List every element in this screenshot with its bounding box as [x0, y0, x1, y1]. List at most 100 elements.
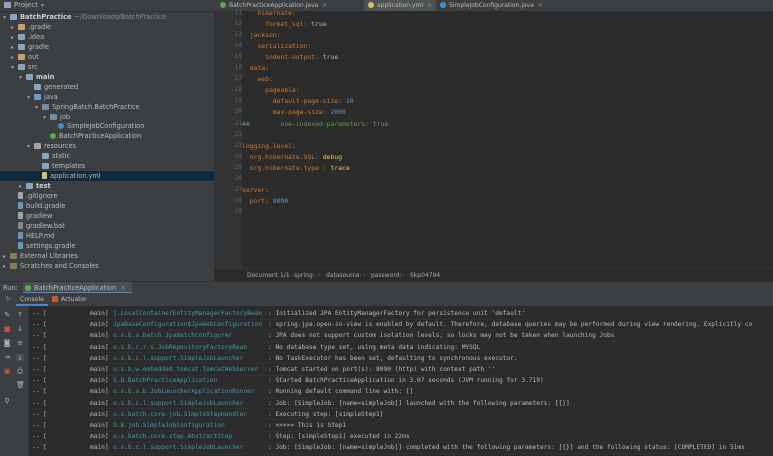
log-message: : >>>>> This is Step1: [268, 422, 347, 429]
code-line[interactable]: indent-output: true: [242, 53, 338, 61]
dump-icon[interactable]: ▣: [3, 368, 11, 375]
tree-item[interactable]: ▸ test: [0, 181, 214, 191]
tree-item[interactable]: BatchPracticeApplication: [0, 131, 214, 141]
code-line[interactable]: jackson:: [242, 31, 281, 39]
code-line[interactable]: org.hibernate.SQL: debug: [242, 153, 342, 161]
arrow-up-icon[interactable]: ↑: [16, 312, 24, 319]
editor-tab[interactable]: SimpleJobConfiguration.java ×: [436, 0, 547, 11]
tree-item[interactable]: gradlew: [0, 211, 214, 221]
code-line[interactable]: pageable:: [242, 86, 300, 94]
tree-item-label: gradlew.bat: [26, 221, 65, 230]
log-prefix: -- [: [32, 399, 47, 407]
close-icon[interactable]: ×: [427, 2, 432, 9]
tree-item-label: templates: [52, 162, 86, 171]
log-logger[interactable]: o.s.b.c.l.support.SimpleJobLauncher: [113, 353, 243, 364]
tree-item[interactable]: ▾ job: [0, 112, 214, 122]
log-logger[interactable]: o.s.b.c.r.s.JobRepositoryFactoryBean: [113, 342, 247, 353]
project-panel-header[interactable]: Project ▾: [0, 0, 214, 12]
rerun-icon[interactable]: ↻: [5, 293, 11, 306]
arrow-down-icon[interactable]: ↓: [16, 326, 24, 333]
file-icon: [18, 221, 23, 229]
log-logger[interactable]: o.s.b.c.l.support.SimpleJobLauncher: [113, 442, 243, 453]
tree-item[interactable]: ▸ gradle: [0, 42, 214, 52]
log-logger[interactable]: o.s.b.a.b.JobLauncherApplicationRunner: [113, 386, 255, 397]
log-message: : Running default command line with: []: [268, 388, 414, 396]
chevron-right-icon[interactable]: ▸: [3, 262, 10, 272]
log-logger[interactable]: o.s.batch.core.step.AbstractStep: [113, 431, 232, 442]
tree-item[interactable]: build.gradle: [0, 201, 214, 211]
tree-item[interactable]: ▾ src: [0, 62, 214, 72]
code-line[interactable]: web:: [242, 75, 272, 83]
trash-icon[interactable]: 🗑: [16, 382, 25, 389]
folder-icon: [18, 43, 25, 50]
close-icon[interactable]: ×: [538, 2, 543, 9]
console-output[interactable]: -- [ main] j.LocalContainerEntityManagerFa…: [29, 306, 773, 456]
code-editor[interactable]: hibernate: format_sql: true jackson: ser…: [242, 11, 773, 268]
log-logger[interactable]: S.B.BatchPracticeApplication: [113, 375, 217, 386]
log-logger[interactable]: o.s.b.a.batch.JpaBatchConfigurer: [113, 330, 232, 341]
tree-item[interactable]: ▸ Scratches and Consoles: [0, 261, 214, 271]
tree-item[interactable]: ▾ main: [0, 72, 214, 82]
tree-item[interactable]: SimpleJobConfiguration: [0, 121, 214, 131]
code-line[interactable]: default-page-size: 10: [242, 97, 354, 105]
log-logger[interactable]: JpaBaseConfiguration$JpaWebConfiguration: [113, 319, 262, 330]
soft-wrap-icon[interactable]: ≡: [16, 340, 24, 347]
code-line[interactable]: server:: [242, 186, 269, 194]
tree-item[interactable]: ▾ resources: [0, 141, 214, 151]
log-separator: [29, 453, 773, 454]
code-line[interactable]: org.hibernate.type : trace: [242, 164, 350, 172]
tree-item[interactable]: HELP.md: [0, 231, 214, 241]
line-number: 11: [234, 9, 242, 16]
log-logger[interactable]: S.B.job.SimpleJobConfiguration: [113, 420, 225, 431]
tree-item[interactable]: ▸ .idea: [0, 32, 214, 42]
tree-item[interactable]: application.yml: [0, 171, 214, 182]
log-logger[interactable]: o.s.b.c.l.support.SimpleJobLauncher: [113, 398, 243, 409]
tab-console[interactable]: Console: [16, 293, 48, 306]
tree-item[interactable]: ▾ SpringBatch.BatchPractice: [0, 102, 214, 112]
tree-item-label: static: [52, 152, 71, 161]
tree-item[interactable]: gradlew.bat: [0, 221, 214, 231]
tree-item[interactable]: ▾ java: [0, 92, 214, 102]
log-prefix: -- [: [32, 366, 47, 373]
stop-icon[interactable]: ■: [3, 326, 11, 333]
project-panel-title[interactable]: Project: [14, 1, 38, 9]
code-line[interactable]: logging.level:: [242, 142, 296, 150]
tree-item[interactable]: generated: [0, 82, 214, 92]
log-prefix: -- [: [32, 332, 47, 340]
log-logger[interactable]: o.s.batch.core.job.SimpleStepHandler: [113, 409, 247, 420]
exit-icon[interactable]: ⇥: [3, 354, 11, 361]
pin-icon[interactable]: ⚲: [3, 398, 11, 405]
tree-item[interactable]: .gitignore: [0, 191, 214, 201]
tree-item[interactable]: ▸ .gradle: [0, 22, 214, 32]
code-line[interactable]: serialization:: [242, 42, 311, 50]
code-line[interactable]: port: 8090: [242, 197, 289, 205]
camera-icon[interactable]: ◙: [3, 340, 11, 347]
wrench-icon[interactable]: ✎: [3, 312, 11, 319]
scroll-to-end-icon[interactable]: ⤓: [16, 354, 24, 361]
code-line[interactable]: max-page-size: 2000: [242, 108, 346, 116]
code-line[interactable]: hibernate:: [242, 11, 295, 17]
log-logger[interactable]: j.LocalContainerEntityManagerFactoryBean: [113, 308, 262, 319]
tree-item[interactable]: ▾ BatchPractice ~/Downloads/BatchPractice: [0, 12, 214, 22]
tree-item-label: test: [36, 182, 51, 191]
line-number: 17: [234, 75, 242, 83]
code-line[interactable]: format_sql: true: [242, 20, 327, 28]
log-message: : Step: [simpleStep1] executed in 22ms: [268, 433, 410, 441]
line-number: 26: [234, 174, 242, 182]
print-icon[interactable]: ⎙: [16, 368, 24, 375]
tree-item[interactable]: templates: [0, 161, 214, 171]
code-line[interactable]: ## one-indexed-parameters: true: [242, 120, 388, 128]
tree-item-label: .idea: [28, 32, 45, 41]
tree-item[interactable]: settings.gradle: [0, 241, 214, 251]
tree-item[interactable]: ▸ External Libraries: [0, 251, 214, 261]
library-icon: [10, 262, 17, 269]
log-thread: main]: [90, 399, 109, 407]
close-icon[interactable]: ×: [120, 284, 126, 292]
log-logger[interactable]: o.s.b.w.embedded.tomcat.TomcatWebServer: [113, 364, 258, 375]
tree-item[interactable]: static: [0, 151, 214, 161]
tree-item[interactable]: ▸ out: [0, 52, 214, 62]
code-line[interactable]: data:: [242, 64, 269, 72]
close-icon[interactable]: ×: [322, 2, 327, 9]
tab-actuator[interactable]: Actuator: [48, 293, 91, 306]
chevron-down-icon[interactable]: ▾: [41, 2, 44, 9]
